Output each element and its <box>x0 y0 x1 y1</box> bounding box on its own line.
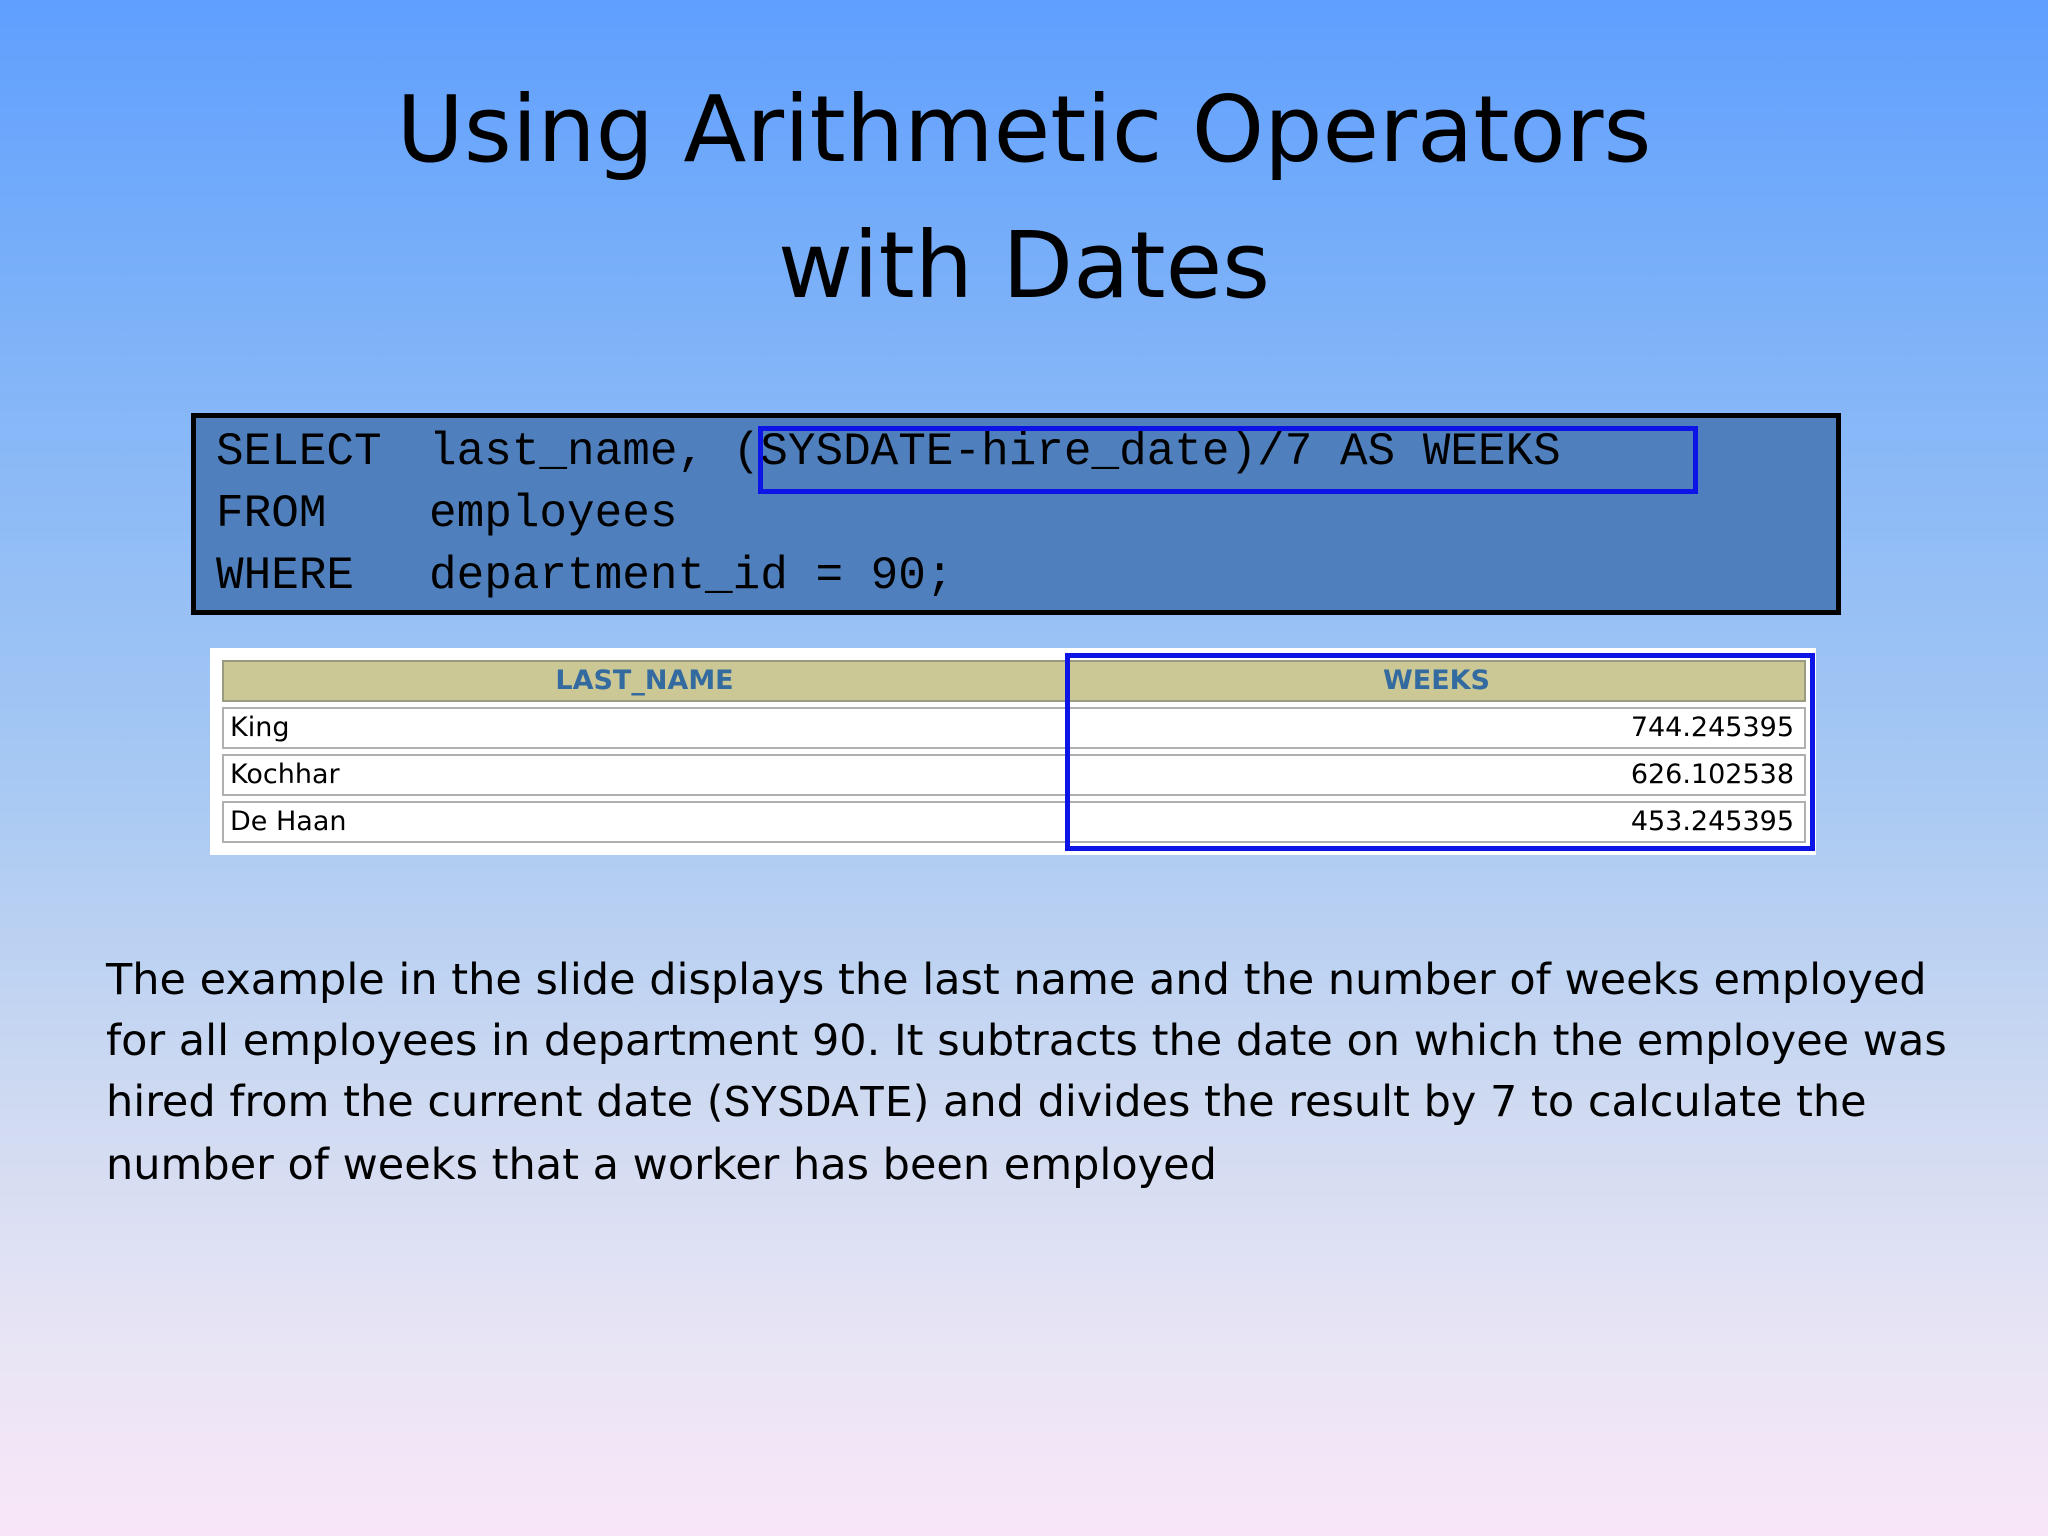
slide-title-line-1: Using Arithmetic Operators <box>396 76 1652 183</box>
code-keyword-where: WHERE <box>216 550 355 602</box>
code-keyword-from: FROM <box>216 488 327 540</box>
code-expression-highlight <box>758 426 1698 494</box>
result-table: LAST_NAME WEEKS King 744.245395 Kochhar … <box>210 648 1816 855</box>
code-select-columns: last_name, <box>429 426 733 478</box>
table-cell-last-name: De Haan <box>222 801 1067 843</box>
sql-code-box: SELECT last_name, (SYSDATE-hire_date)/7 A… <box>191 413 1841 615</box>
code-from-table: employees <box>429 488 678 540</box>
code-keyword-select: SELECT <box>216 426 382 478</box>
weeks-column-highlight <box>1065 653 1815 851</box>
column-header-last-name: LAST_NAME <box>222 660 1067 702</box>
slide-description: The example in the slide displays the la… <box>106 950 1986 1196</box>
table-cell-last-name: Kochhar <box>222 754 1067 796</box>
slide-title-line-2: with Dates <box>777 212 1271 319</box>
code-line-where: WHERE department_id = 90; <box>216 548 954 604</box>
code-where-condition: department_id = 90; <box>429 550 954 602</box>
slide-title: Using Arithmetic Operators with Dates <box>0 62 2048 334</box>
description-code-term: SYSDATE <box>723 1079 913 1130</box>
code-line-from: FROM employees <box>216 486 677 542</box>
table-cell-last-name: King <box>222 707 1067 749</box>
